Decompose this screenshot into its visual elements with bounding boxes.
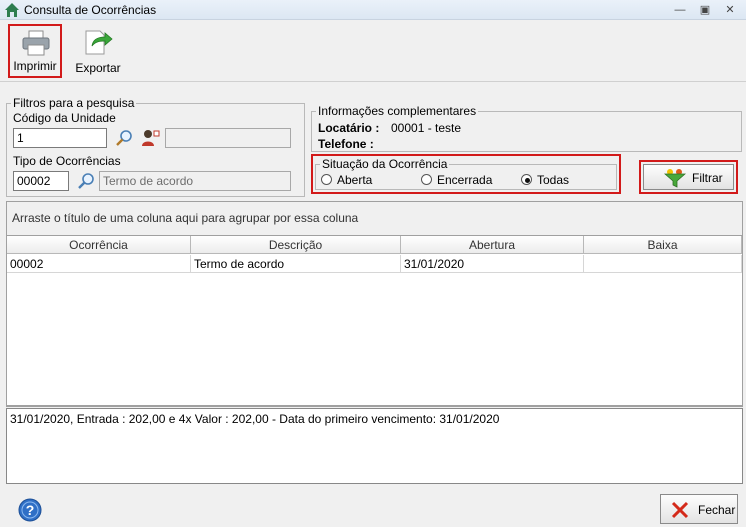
notes-textarea[interactable]: 31/01/2020, Entrada : 202,00 e 4x Valor … — [6, 408, 743, 484]
funnel-icon — [664, 169, 686, 188]
tenant-label: Locatário : — [318, 121, 380, 135]
radio-encerrada[interactable] — [421, 174, 432, 185]
export-label: Exportar — [75, 61, 121, 75]
restore-icon[interactable]: ▣ — [697, 3, 713, 17]
group-by-hint: Arraste o título de uma coluna aqui para… — [12, 211, 359, 225]
table-cell[interactable]: Termo de acordo — [191, 255, 401, 273]
minimize-icon[interactable]: — — [672, 3, 688, 17]
filter-label: Filtrar — [692, 171, 723, 185]
filter-button[interactable]: Filtrar — [643, 164, 734, 190]
info-legend: Informações complementares — [318, 104, 477, 118]
status-option-label: Encerrada — [437, 173, 493, 187]
occurrence-type-name-field — [99, 171, 291, 191]
unit-search-icon[interactable] — [115, 129, 133, 147]
tenant-value: 00001 - teste — [391, 121, 462, 135]
column-header-ocorrencia[interactable]: Ocorrência — [7, 236, 191, 254]
notes-text: 31/01/2020, Entrada : 202,00 e 4x Valor … — [10, 412, 500, 426]
print-label: Imprimir — [13, 59, 57, 73]
footer — [0, 486, 746, 527]
status-option-label: Todas — [537, 173, 570, 187]
person-lookup-icon[interactable] — [141, 129, 161, 147]
unit-code-label: Código da Unidade — [13, 111, 116, 125]
table-cell[interactable]: 31/01/2020 — [401, 255, 584, 273]
phone-label: Telefone : — [318, 137, 374, 151]
unit-code-input[interactable] — [13, 128, 107, 148]
printer-icon — [22, 30, 50, 56]
close-button[interactable]: Fechar — [660, 494, 738, 524]
status-option-encerrada[interactable]: Encerrada — [421, 173, 501, 187]
status-option-aberta[interactable]: Aberta — [321, 173, 381, 187]
table-cell[interactable] — [584, 255, 742, 273]
filters-legend: Filtros para a pesquisa — [13, 96, 135, 110]
close-label: Fechar — [698, 503, 736, 517]
column-header-abertura[interactable]: Abertura — [401, 236, 584, 254]
occurrence-type-label: Tipo de Ocorrências — [13, 154, 121, 168]
export-icon — [85, 30, 113, 55]
occurrence-type-code-input[interactable] — [13, 171, 69, 191]
status-option-label: Aberta — [337, 173, 373, 187]
help-icon[interactable]: ? — [18, 498, 42, 522]
close-icon[interactable]: ✕ — [722, 3, 738, 17]
occurrence-search-icon[interactable] — [77, 172, 95, 190]
status-option-todas[interactable]: Todas — [521, 173, 581, 187]
export-button[interactable]: Exportar — [70, 24, 126, 78]
close-x-icon — [671, 501, 689, 519]
unit-name-field — [165, 128, 291, 148]
svg-text:?: ? — [26, 502, 35, 518]
status-legend: Situação da Ocorrência — [322, 157, 448, 171]
column-header-baixa[interactable]: Baixa — [584, 236, 742, 254]
window-title: Consulta de Ocorrências — [24, 3, 157, 17]
column-header-descricao[interactable]: Descrição — [191, 236, 401, 254]
radio-aberta[interactable] — [321, 174, 332, 185]
print-button[interactable]: Imprimir — [8, 24, 62, 78]
home-icon — [5, 3, 19, 17]
table-cell[interactable]: 00002 — [7, 255, 191, 273]
radio-todas[interactable] — [521, 174, 532, 185]
